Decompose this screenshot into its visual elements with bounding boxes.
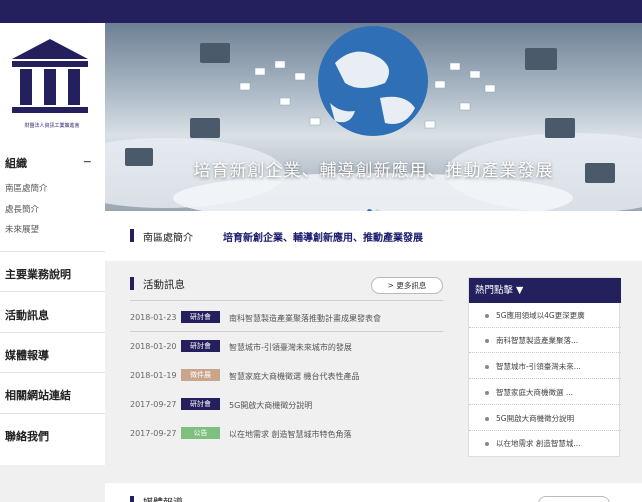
carousel-dots	[367, 199, 383, 211]
news-row[interactable]: 2018-01-20 研討會 智慧城市-引領臺灣未來城市的發展	[130, 340, 443, 356]
institute-pillars-icon	[12, 39, 88, 113]
sidebar-item-intro[interactable]: 南區處簡介	[5, 182, 48, 194]
hot-item[interactable]: 5G開啟大商機徵分說明	[469, 408, 621, 431]
news-tag: 研討會	[181, 398, 220, 410]
news-tag: 公告	[181, 427, 220, 439]
media-title: 媒體報導	[143, 494, 183, 502]
breadcrumb-current: 培育新創企業、輔導創新應用、推動產業發展	[223, 233, 423, 244]
more-media-button[interactable]	[538, 496, 610, 502]
sidebar-item-director[interactable]: 處長簡介	[5, 203, 39, 215]
news-date: 2017-09-27	[130, 429, 177, 438]
bullet-icon	[485, 314, 489, 318]
bullet-icon	[485, 339, 489, 343]
divider	[0, 372, 105, 373]
more-news-button[interactable]: > 更多訊息	[371, 277, 443, 294]
news-row[interactable]: 2018-01-23 研討會 南科智慧製造產業聚落推動計畫成果發表會	[130, 311, 443, 327]
news-text[interactable]: 智慧城市-引領臺灣未來城市的發展	[229, 342, 352, 353]
news-text[interactable]: 南科智慧製造產業聚落推動計畫成果發表會	[229, 313, 381, 324]
hot-clicks-title[interactable]: 熱門點擊 ▼	[469, 278, 621, 303]
bullet-icon	[485, 417, 489, 421]
bullet-icon	[485, 365, 489, 369]
hero-banner[interactable]: 培育新創企業、輔導創新應用、推動產業發展	[105, 23, 642, 211]
news-tag: 徵件展	[181, 369, 220, 381]
hot-item[interactable]: 以在地需求 創造智慧城...	[469, 433, 621, 456]
divider	[130, 331, 443, 332]
news-date: 2018-01-20	[130, 342, 177, 351]
section-marker	[130, 277, 134, 290]
nav-contact[interactable]: 聯絡我們	[5, 428, 49, 444]
hero-tagline: 培育新創企業、輔導創新應用、推動產業發展	[193, 161, 554, 181]
sidebar: 財團法人資訊工業策進會 組織 − 南區處簡介 處長簡介 未來展望 主要業務說明 …	[0, 23, 105, 465]
hot-item-label[interactable]: 5G應用領域以4G更深更廣	[496, 310, 614, 321]
divider	[0, 251, 105, 252]
org-logo[interactable]: 財團法人資訊工業策進會	[8, 37, 92, 141]
news-date: 2018-01-23	[130, 313, 177, 322]
divider	[130, 300, 443, 301]
media-section: 媒體報導	[105, 483, 642, 502]
top-bar	[0, 0, 642, 23]
section-title-label: 組織	[5, 157, 27, 170]
news-row[interactable]: 2017-09-27 研討會 5G開啟大商機徵分說明	[130, 398, 443, 414]
news-tag: 研討會	[181, 340, 220, 352]
bullet-icon	[485, 391, 489, 395]
section-title-organization[interactable]: 組織 −	[5, 155, 100, 171]
breadcrumb-home[interactable]: 南區處簡介	[143, 229, 193, 244]
hot-item-label[interactable]: 以在地需求 創造智慧城...	[496, 438, 614, 449]
bullet-icon	[485, 442, 489, 446]
hot-item-label[interactable]: 南科智慧製造產業聚落...	[496, 335, 614, 346]
hot-item-label[interactable]: 5G開啟大商機徵分說明	[496, 413, 614, 424]
hot-item[interactable]: 南科智慧製造產業聚落...	[469, 330, 621, 353]
sidebar-item-vision[interactable]: 未來展望	[5, 223, 39, 235]
hero-illustration	[105, 26, 642, 211]
news-title: 活動訊息	[143, 279, 185, 291]
hot-item[interactable]: 智慧家庭大商機徵選 ...	[469, 382, 621, 405]
section-marker	[130, 496, 134, 502]
nav-main-business[interactable]: 主要業務說明	[5, 266, 71, 282]
divider	[0, 291, 105, 292]
news-date: 2018-01-19	[130, 371, 177, 380]
news-row[interactable]: 2018-01-19 徵件展 智慧家庭大商機徵選 機台代表性產品	[130, 369, 443, 385]
nav-links[interactable]: 相關網站連結	[5, 387, 71, 403]
divider	[0, 413, 105, 414]
news-date: 2017-09-27	[130, 400, 177, 409]
section-marker	[130, 229, 134, 242]
news-row[interactable]: 2017-09-27 公告 以在地需求 創造智慧城市特色角落	[130, 427, 443, 443]
hot-item-label[interactable]: 智慧家庭大商機徵選 ...	[496, 387, 614, 398]
nav-media[interactable]: 媒體報導	[5, 347, 49, 363]
news-text[interactable]: 以在地需求 創造智慧城市特色角落	[229, 429, 352, 440]
hot-item-label[interactable]: 智慧城市-引領臺灣未來...	[496, 361, 614, 372]
news-tag: 研討會	[181, 311, 220, 323]
news-text[interactable]: 智慧家庭大商機徵選 機台代表性產品	[229, 371, 360, 382]
hot-clicks-panel: 熱門點擊 ▼ 5G應用領域以4G更深更廣 南科智慧製造產業聚落... 智慧城市-…	[468, 277, 621, 457]
divider	[0, 332, 105, 333]
hot-item[interactable]: 智慧城市-引領臺灣未來...	[469, 356, 621, 379]
collapse-toggle-icon[interactable]: −	[83, 155, 92, 168]
logo-caption: 財團法人資訊工業策進會	[24, 123, 80, 129]
news-text[interactable]: 5G開啟大商機徵分說明	[229, 400, 312, 411]
hot-item[interactable]: 5G應用領域以4G更深更廣	[469, 305, 621, 328]
breadcrumb: 南區處簡介 培育新創企業、輔導創新應用、推動產業發展	[105, 211, 642, 261]
nav-events[interactable]: 活動訊息	[5, 307, 49, 323]
